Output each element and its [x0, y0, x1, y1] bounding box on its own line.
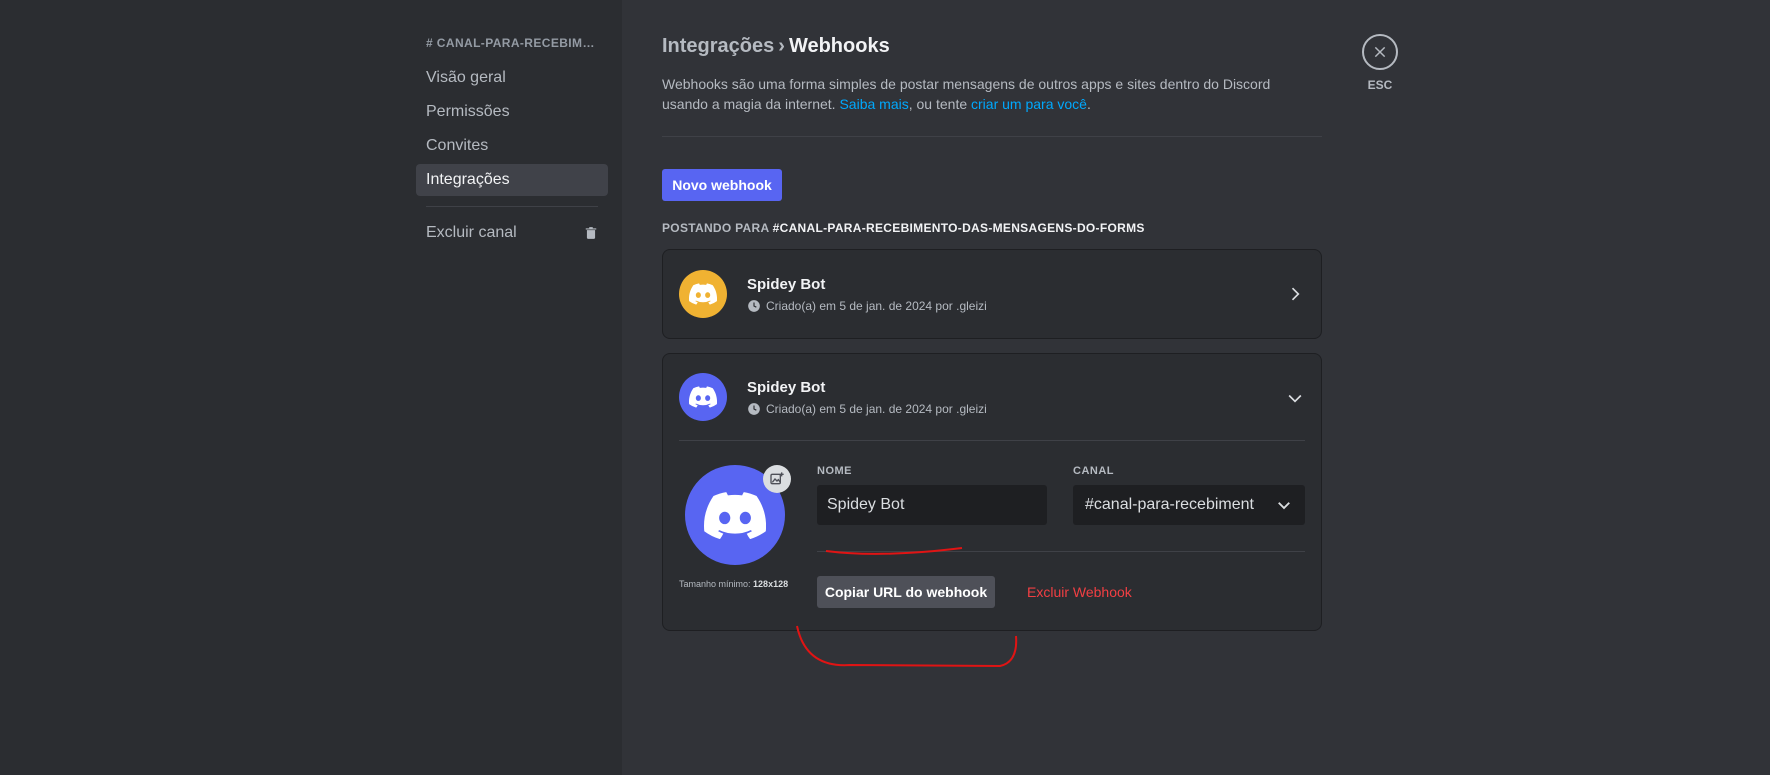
avatar-uploader[interactable]: Tamanho mínimo: 128x128 [679, 465, 817, 608]
section-divider [662, 136, 1322, 137]
sidebar-divider [426, 206, 598, 207]
sidebar-channel-header: # CANAL-PARA-RECEBIME... [426, 36, 603, 50]
webhook-meta: Criado(a) em 5 de jan. de 2024 por .glei… [747, 299, 987, 313]
channel-field-group: CANAL #canal-para-recebiment [1073, 465, 1305, 525]
breadcrumb-current: Webhooks [788, 35, 890, 57]
webhook-fields: NOME CANAL #canal-para-recebiment Copiar… [817, 465, 1305, 608]
close-icon [1374, 46, 1386, 58]
delete-webhook-link[interactable]: Excluir Webhook [1027, 584, 1132, 600]
webhook-avatar [679, 373, 727, 421]
description-text-middle: , ou tente [908, 96, 972, 112]
min-size-prefix: Tamanho mínimo: [679, 579, 751, 589]
description-text-end: . [1086, 96, 1091, 112]
close-button[interactable] [1362, 34, 1398, 70]
fields-row: NOME CANAL #canal-para-recebiment [817, 465, 1305, 525]
webhook-name-input[interactable] [817, 485, 1047, 525]
breadcrumb-separator: › [778, 35, 785, 57]
webhook-editor: Tamanho mínimo: 128x128 NOME CANAL #cana… [679, 440, 1305, 630]
settings-sidebar: # CANAL-PARA-RECEBIME... Visão geral Per… [416, 34, 608, 249]
sidebar-item-invites[interactable]: Convites [416, 130, 608, 162]
learn-more-link[interactable]: Saiba mais [839, 96, 908, 112]
webhook-card-header[interactable]: Spidey Bot Criado(a) em 5 de jan. de 202… [663, 250, 1321, 338]
breadcrumb-parent[interactable]: Integrações [662, 34, 774, 58]
channel-select-value: #canal-para-recebiment [1085, 496, 1254, 513]
delete-channel-label: Excluir canal [426, 224, 517, 241]
trash-icon [585, 227, 597, 239]
name-field-group: NOME [817, 465, 1047, 525]
clock-icon [748, 299, 760, 312]
chevron-down-icon[interactable] [1285, 388, 1305, 408]
sidebar-item-permissions[interactable]: Permissões [416, 96, 608, 128]
main-content: Integrações › Webhooks Webhooks são uma … [662, 34, 1322, 631]
sidebar-item-integrations[interactable]: Integrações [416, 164, 608, 196]
chevron-down-icon [1278, 502, 1290, 510]
page-description: Webhooks são uma forma simples de postar… [662, 74, 1312, 114]
discord-logo-icon [689, 386, 717, 408]
name-label: NOME [817, 465, 852, 477]
discord-logo-icon [689, 283, 717, 305]
clock-icon [748, 402, 760, 415]
esc-label: ESC [1367, 78, 1393, 92]
copy-webhook-url-button[interactable]: Copiar URL do webhook [817, 576, 995, 608]
chevron-right-icon[interactable] [1285, 284, 1305, 304]
min-size-value: 128x128 [753, 579, 789, 589]
webhook-created-text: Criado(a) em 5 de jan. de 2024 por .glei… [766, 298, 987, 313]
create-one-link[interactable]: criar um para você [971, 96, 1087, 112]
channel-label: CANAL [1073, 465, 1114, 477]
posting-to-label: POSTANDO PARA #CANAL-PARA-RECEBIMENTO-DA… [662, 221, 1322, 235]
discord-logo-icon [704, 491, 766, 539]
image-add-icon [770, 472, 784, 485]
webhook-card-header[interactable]: Spidey Bot Criado(a) em 5 de jan. de 202… [663, 354, 1321, 440]
posting-channel: #CANAL-PARA-RECEBIMENTO-DAS-MENSAGENS-DO… [772, 221, 1145, 235]
webhook-card-expanded: Spidey Bot Criado(a) em 5 de jan. de 202… [662, 353, 1322, 631]
copy-url-circle-annotation [796, 625, 1018, 668]
webhook-card[interactable]: Spidey Bot Criado(a) em 5 de jan. de 202… [662, 249, 1322, 339]
upload-image-button[interactable] [763, 465, 791, 493]
webhook-actions: Copiar URL do webhook Excluir Webhook [817, 576, 1305, 608]
webhook-name: Spidey Bot [747, 378, 826, 396]
webhook-info: Spidey Bot Criado(a) em 5 de jan. de 202… [747, 276, 987, 313]
channel-select[interactable]: #canal-para-recebiment [1073, 485, 1305, 525]
min-size-hint: Tamanho mínimo: 128x128 [679, 579, 817, 589]
close-settings[interactable]: ESC [1362, 34, 1398, 92]
webhook-meta: Criado(a) em 5 de jan. de 2024 por .glei… [747, 402, 987, 416]
editor-divider [817, 551, 1305, 552]
sidebar-item-overview[interactable]: Visão geral [416, 62, 608, 94]
page-title: Integrações › Webhooks [662, 34, 1322, 58]
webhook-info: Spidey Bot Criado(a) em 5 de jan. de 202… [747, 379, 987, 416]
webhook-avatar [679, 270, 727, 318]
webhook-created-text: Criado(a) em 5 de jan. de 2024 por .glei… [766, 401, 987, 416]
webhook-name: Spidey Bot [747, 275, 826, 293]
sidebar-item-delete-channel[interactable]: Excluir canal [416, 217, 608, 249]
new-webhook-button[interactable]: Novo webhook [662, 169, 782, 201]
posting-prefix: POSTANDO PARA [662, 221, 770, 235]
